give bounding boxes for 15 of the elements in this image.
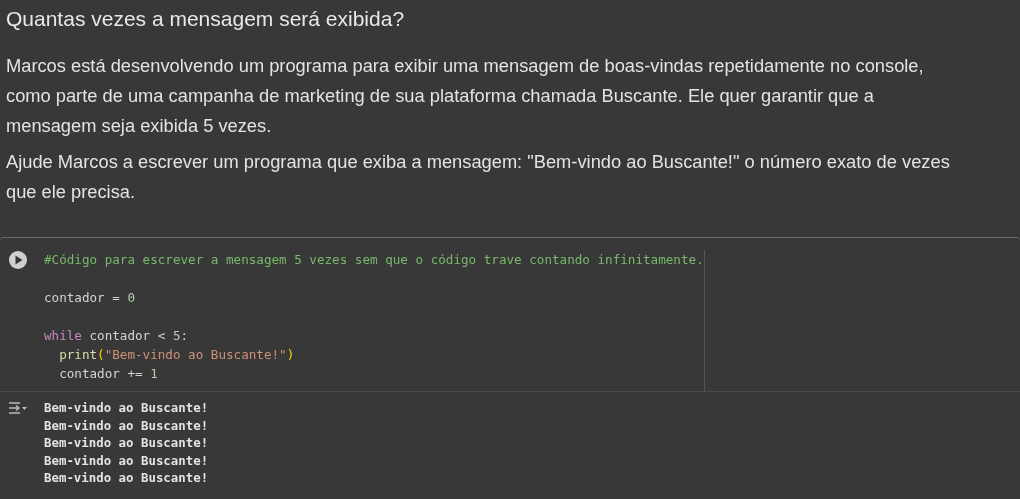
code-line: #Código para escrever a mensagem 5 vezes sem que o código trave contando infinitamente. bbox=[44, 251, 704, 269]
output-line: Bem-vindo ao Buscante! bbox=[44, 399, 209, 417]
run-button[interactable] bbox=[8, 250, 28, 270]
code-line: contador = 0 bbox=[44, 289, 135, 307]
output-toggle-icon[interactable] bbox=[8, 401, 28, 415]
output-line: Bem-vindo ao Buscante! bbox=[44, 469, 209, 487]
output-line: Bem-vindo ao Buscante! bbox=[44, 416, 209, 435]
paragraph: Ajude Marcos a escrever um programa que exiba a mensagem: "Bem-vindo ao Buscante!" o número exato de vezes que ele precisa. bbox=[6, 150, 951, 204]
code-line: contador += 1 bbox=[59, 365, 158, 383]
heading: Quantas vezes a mensagem será exibida? bbox=[6, 7, 406, 31]
code-line: print("Bem-vindo ao Buscante!") bbox=[59, 346, 295, 364]
code-line: while contador < 5: bbox=[44, 327, 189, 345]
paragraph: Marcos está desenvolvendo um programa para exibir uma mensagem de boas-vindas repetidamente no console, como parte de uma campanha de marketing de sua plataforma chamada Buscante. Ele quer garantir que a mensagem seja exibida 5 vezes. bbox=[6, 54, 925, 138]
output-line: Bem-vindo ao Buscante! bbox=[44, 434, 209, 452]
output-line: Bem-vindo ao Buscante! bbox=[44, 451, 209, 470]
